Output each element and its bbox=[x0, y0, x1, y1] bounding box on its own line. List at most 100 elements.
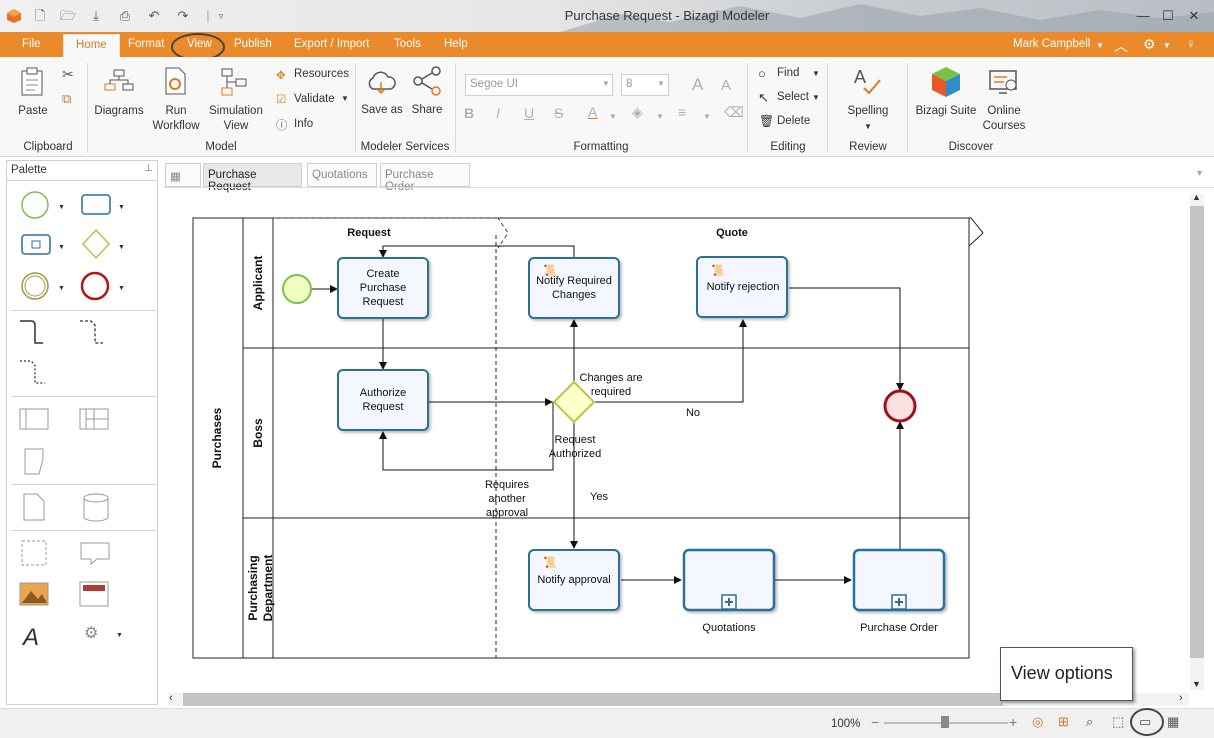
spelling-button[interactable]: Spelling bbox=[838, 104, 898, 119]
scroll-left-icon[interactable]: ‹ bbox=[169, 692, 173, 704]
text-tool-icon[interactable]: A bbox=[21, 624, 39, 651]
sequence-flow-tool-icon[interactable] bbox=[20, 320, 43, 344]
online-courses-button[interactable]: Online Courses bbox=[978, 104, 1030, 134]
find-button[interactable]: Find bbox=[777, 67, 799, 79]
strikethrough-icon[interactable]: S bbox=[554, 105, 563, 121]
zoom-fit-icon[interactable]: ◎ bbox=[1032, 714, 1043, 730]
underline-icon[interactable]: U bbox=[524, 105, 534, 121]
association-tool-icon[interactable] bbox=[20, 360, 45, 384]
font-color-icon[interactable]: A bbox=[588, 104, 597, 120]
menu-export-import[interactable]: Export / Import bbox=[294, 38, 369, 50]
validate-icon[interactable]: ☑ bbox=[276, 92, 286, 106]
lane-tool-icon[interactable] bbox=[79, 408, 109, 430]
save-as-button[interactable]: Save as bbox=[360, 103, 404, 118]
fill-color-icon[interactable]: ◈ bbox=[632, 104, 643, 121]
delete-icon[interactable]: 🗑 bbox=[759, 114, 774, 128]
run-workflow-button[interactable]: Run Workflow bbox=[148, 104, 204, 134]
header-tool-icon[interactable] bbox=[79, 581, 109, 607]
italic-icon[interactable]: I bbox=[496, 105, 500, 121]
gateway-tool-icon[interactable] bbox=[81, 228, 111, 260]
minimize-icon[interactable]: — bbox=[1135, 8, 1151, 24]
image-tool-icon[interactable] bbox=[19, 582, 49, 606]
menu-tools[interactable]: Tools bbox=[394, 38, 421, 50]
custom-shapes-tool-icon[interactable]: ⚙ bbox=[84, 625, 98, 642]
lane-purchasing-label[interactable]: PurchasingDepartment bbox=[246, 555, 275, 622]
shrink-font-icon[interactable]: A bbox=[721, 77, 731, 94]
user-name[interactable]: Mark Campbell bbox=[1013, 38, 1090, 50]
bold-icon[interactable]: B bbox=[464, 105, 474, 121]
select-button[interactable]: Select bbox=[777, 91, 809, 103]
spelling-icon[interactable]: A bbox=[852, 66, 882, 96]
label-no[interactable]: No bbox=[686, 407, 700, 419]
menu-home[interactable]: Home bbox=[63, 34, 120, 57]
fill-color-dropdown-icon[interactable]: ▼ bbox=[656, 112, 664, 121]
start-event[interactable] bbox=[282, 274, 312, 304]
pool-tool-icon[interactable] bbox=[19, 408, 49, 430]
tool-dropdown-icon[interactable]: ▼ bbox=[58, 285, 65, 292]
tool-dropdown-icon[interactable]: ▼ bbox=[118, 244, 125, 251]
message-flow-tool-icon[interactable] bbox=[80, 320, 103, 344]
intermediate-event-tool-icon[interactable] bbox=[21, 272, 49, 300]
group-tool-icon[interactable] bbox=[21, 540, 47, 566]
diagrams-icon[interactable] bbox=[104, 69, 134, 93]
zoom-in-icon[interactable]: + bbox=[1009, 714, 1017, 730]
validate-button[interactable]: Validate bbox=[294, 93, 335, 105]
info-button[interactable]: Info bbox=[294, 118, 313, 130]
subprocess-tool-icon[interactable] bbox=[21, 234, 51, 255]
resources-icon[interactable]: ✥ bbox=[276, 68, 286, 82]
tabs-dropdown-icon[interactable]: ▼ bbox=[1195, 168, 1204, 178]
find-icon[interactable]: ○ bbox=[758, 66, 766, 81]
scroll-down-icon[interactable]: ▼ bbox=[1192, 679, 1201, 689]
help-bulb-icon[interactable]: ♀ bbox=[1186, 36, 1196, 51]
share-button[interactable]: Share bbox=[406, 103, 448, 118]
select-icon[interactable]: ↖ bbox=[758, 90, 769, 106]
online-courses-icon[interactable] bbox=[989, 69, 1019, 97]
save-as-cloud-icon[interactable] bbox=[366, 69, 396, 95]
data-object-tool-icon[interactable] bbox=[23, 493, 45, 521]
user-dropdown-icon[interactable]: ▼ bbox=[1096, 41, 1104, 50]
select-dropdown-icon[interactable]: ▼ bbox=[812, 93, 820, 102]
grid-view-icon[interactable]: ⊞ bbox=[1058, 714, 1069, 730]
paste-button[interactable]: Paste bbox=[14, 104, 52, 119]
settings-gear-icon[interactable]: ⚙ bbox=[1143, 36, 1156, 53]
resources-button[interactable]: Resources bbox=[294, 68, 349, 80]
menu-file[interactable]: File bbox=[22, 38, 41, 50]
data-store-tool-icon[interactable] bbox=[83, 493, 109, 522]
paste-icon[interactable] bbox=[19, 67, 47, 97]
horizontal-scroll-thumb[interactable] bbox=[183, 693, 1003, 706]
grow-font-icon[interactable]: A bbox=[692, 75, 703, 95]
phase-quote-label[interactable]: Quote bbox=[716, 227, 748, 239]
phase-tool-icon[interactable] bbox=[24, 448, 44, 475]
font-color-dropdown-icon[interactable]: ▼ bbox=[609, 112, 617, 121]
maximize-icon[interactable]: ☐ bbox=[1160, 8, 1176, 24]
collapse-ribbon-icon[interactable]: ︿ bbox=[1114, 36, 1128, 56]
menu-format[interactable]: Format bbox=[128, 38, 164, 50]
phase-request-label[interactable]: Request bbox=[347, 227, 391, 239]
fit-page-icon[interactable]: ⬚ bbox=[1112, 714, 1124, 730]
simulation-view-button[interactable]: Simulation View bbox=[205, 104, 267, 134]
menu-help[interactable]: Help bbox=[444, 38, 468, 50]
font-size-dropdown-icon[interactable]: ▼ bbox=[657, 79, 665, 88]
bizagi-suite-icon[interactable] bbox=[931, 66, 961, 98]
simulation-view-icon[interactable] bbox=[220, 67, 250, 97]
lane-boss-label[interactable]: Boss bbox=[251, 418, 265, 448]
zoom-slider-thumb[interactable] bbox=[941, 716, 949, 728]
magnifier-icon[interactable]: ⌕ bbox=[1086, 714, 1093, 730]
find-dropdown-icon[interactable]: ▼ bbox=[812, 69, 820, 78]
close-icon[interactable]: ✕ bbox=[1186, 8, 1202, 24]
tool-dropdown-icon[interactable]: ▼ bbox=[58, 204, 65, 211]
scroll-right-icon[interactable]: › bbox=[1179, 692, 1183, 704]
share-icon[interactable] bbox=[412, 66, 442, 96]
label-yes[interactable]: Yes bbox=[590, 491, 608, 503]
bizagi-suite-button[interactable]: Bizagi Suite bbox=[914, 104, 978, 119]
cut-icon[interactable]: ✂ bbox=[62, 66, 74, 83]
spelling-dropdown-icon[interactable]: ▼ bbox=[864, 122, 872, 131]
clear-format-icon[interactable]: ⌫ bbox=[724, 104, 744, 121]
settings-dropdown-icon[interactable]: ▼ bbox=[1163, 41, 1171, 50]
scroll-up-icon[interactable]: ▲ bbox=[1192, 192, 1201, 202]
lane-applicant-label[interactable]: Applicant bbox=[251, 256, 265, 311]
zoom-out-icon[interactable]: − bbox=[871, 714, 879, 730]
font-name-dropdown-icon[interactable]: ▼ bbox=[602, 79, 610, 88]
start-event-tool-icon[interactable] bbox=[21, 191, 49, 219]
diagram-overview-icon[interactable]: ▦ bbox=[1167, 714, 1179, 730]
